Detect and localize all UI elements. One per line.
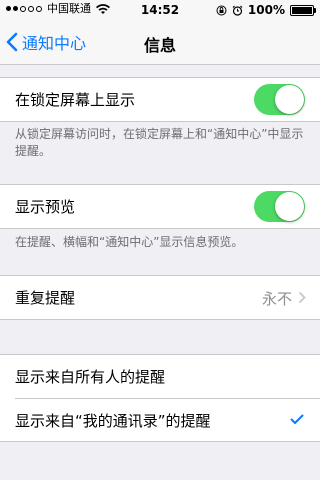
lock-screen-toggle[interactable]: [254, 84, 305, 115]
source-option-label: 显示来自“我的通讯录”的提醒: [15, 411, 211, 430]
alert-sources-group: 显示来自所有人的提醒 显示来自“我的通讯录”的提醒: [0, 354, 320, 442]
chevron-right-icon: [298, 291, 306, 304]
alarm-icon: [232, 5, 243, 16]
battery-fill: [292, 6, 312, 14]
repeat-alerts-value: 永不: [261, 290, 292, 308]
page-title: 信息: [143, 36, 176, 55]
preview-group: 显示预览: [0, 184, 320, 229]
preview-footer: 在提醒、横幅和“通知中心”显示信息预览。: [15, 235, 244, 249]
lock-screen-footer: 从锁定屏幕访问时，在锁定屏幕上和“通知中心”中显示提醒。: [15, 127, 304, 158]
lock-screen-label: 在锁定屏幕上显示: [15, 91, 136, 109]
status-bar: 中国联通 14:52 100%: [0, 0, 320, 20]
repeat-group: 重复提醒 永不: [0, 275, 320, 320]
preview-label: 显示预览: [15, 198, 76, 216]
lock-screen-cell: 在锁定屏幕上显示: [0, 78, 320, 121]
repeat-alerts-label: 重复提醒: [15, 289, 76, 307]
battery-icon: [290, 4, 316, 16]
checkmark-icon: [290, 414, 304, 424]
battery-percent: 100%: [247, 3, 285, 17]
navigation-bar: 通知中心 信息: [0, 20, 320, 65]
toggle-knob: [275, 192, 304, 221]
lock-screen-group: 在锁定屏幕上显示: [0, 77, 320, 122]
status-bar-right: 100%: [216, 3, 316, 17]
preview-cell: 显示预览: [0, 185, 320, 228]
preview-toggle[interactable]: [254, 191, 305, 222]
rotation-lock-icon: [216, 5, 227, 15]
source-option-contacts[interactable]: 显示来自“我的通讯录”的提醒: [15, 398, 320, 441]
toggle-knob: [275, 85, 304, 114]
source-option-everyone[interactable]: 显示来自所有人的提醒: [0, 355, 320, 398]
source-option-label: 显示来自所有人的提醒: [15, 368, 166, 386]
repeat-alerts-cell[interactable]: 重复提醒 永不: [0, 276, 320, 319]
